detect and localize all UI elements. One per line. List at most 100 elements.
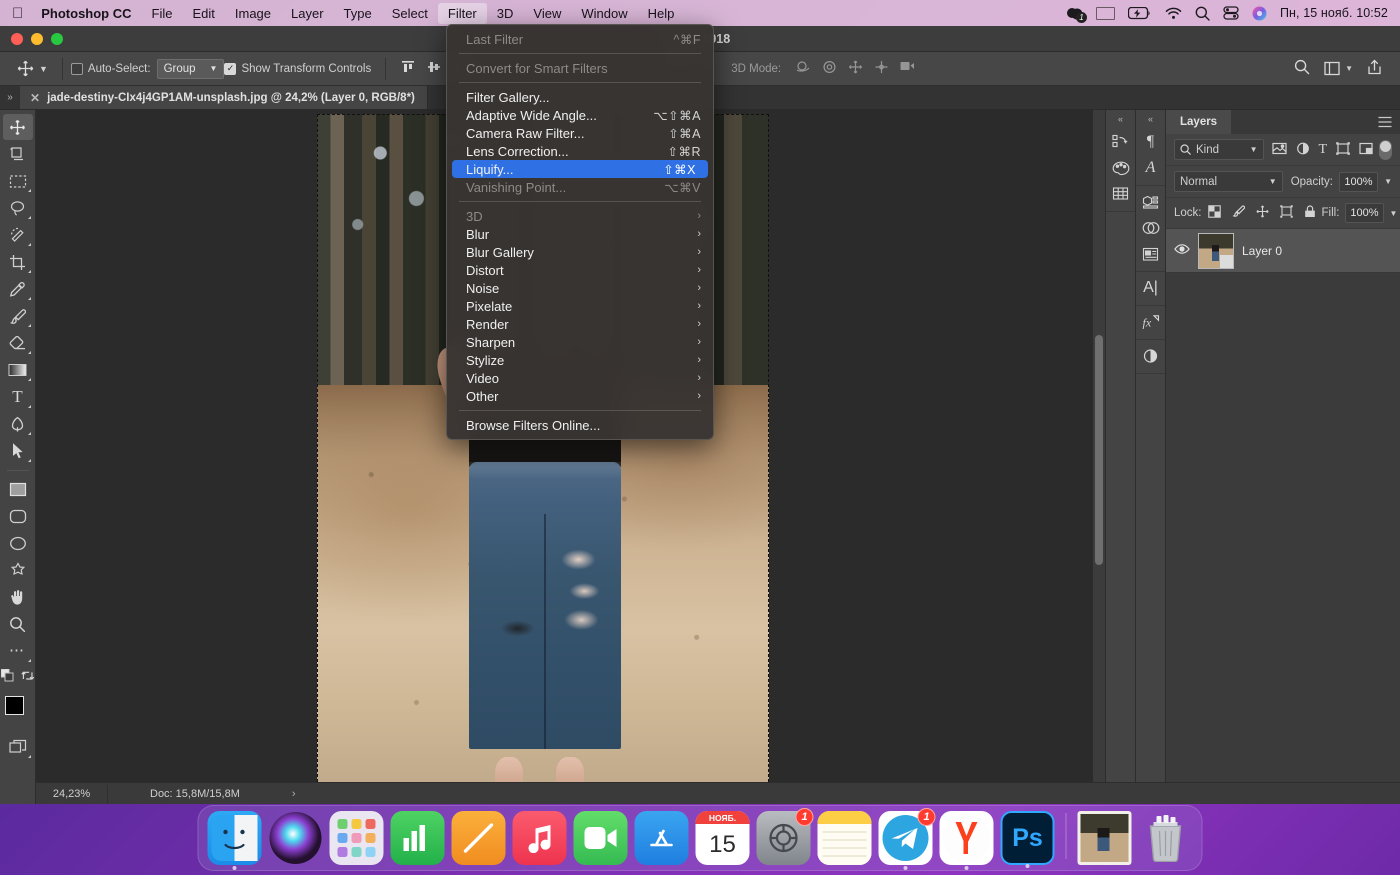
pan-3d-icon[interactable] [848, 60, 863, 77]
dock-item-music[interactable] [512, 811, 567, 865]
chevron-down-icon[interactable]: ▼ [39, 64, 48, 74]
paragraph-panel-icon[interactable]: ¶ [1138, 129, 1164, 155]
chevron-right-icon[interactable]: › [240, 788, 296, 800]
menu-help[interactable]: Help [638, 3, 685, 24]
layer-name[interactable]: Layer 0 [1242, 244, 1282, 258]
layer-effects-icon[interactable]: fx [1138, 309, 1164, 335]
menu-item-lens-correction[interactable]: Lens Correction... ⇧⌘R [447, 142, 713, 160]
rectangle-tool[interactable] [3, 476, 33, 502]
3d-panel-icon[interactable] [1138, 189, 1164, 215]
history-panel-icon[interactable] [1108, 129, 1134, 155]
swap-colors-icon[interactable] [21, 669, 35, 687]
apple-logo-icon[interactable]:  [0, 6, 37, 21]
layer-list[interactable]: Layer 0 [1166, 229, 1400, 804]
canvas-vertical-scrollbar[interactable] [1093, 110, 1105, 804]
zoom-tool[interactable] [3, 611, 33, 637]
rounded-rectangle-tool[interactable] [3, 503, 33, 529]
dock-item-app-store[interactable] [634, 811, 689, 865]
dock-item-launchpad[interactable] [329, 811, 384, 865]
menu-item-sharpen[interactable]: Sharpen › [447, 333, 713, 351]
gradient-tool[interactable] [3, 357, 33, 383]
edit-toolbar-more[interactable]: ⋯ [3, 638, 33, 664]
menu-type[interactable]: Type [334, 3, 382, 24]
menu-item-vanishing-point[interactable]: Vanishing Point... ⌥⌘V [447, 178, 713, 196]
adjustment-layers-filter-icon[interactable] [1296, 142, 1310, 158]
wifi-icon[interactable] [1165, 7, 1182, 20]
lock-transparent-pixels-icon[interactable] [1207, 205, 1221, 221]
orbit-3d-icon[interactable] [795, 60, 811, 77]
menu-item-stylize[interactable]: Stylize › [447, 351, 713, 369]
screen-mode-button[interactable] [3, 734, 33, 760]
share-icon[interactable] [1367, 59, 1382, 78]
brush-tool[interactable] [3, 303, 33, 329]
lasso-tool[interactable] [3, 195, 33, 221]
menu-layer[interactable]: Layer [281, 3, 334, 24]
dock-item-yandex-browser[interactable] [939, 811, 994, 870]
hand-tool[interactable] [3, 584, 33, 610]
align-top-edges-icon[interactable] [400, 59, 416, 78]
double-chevron-left-icon[interactable]: « [1118, 110, 1123, 126]
dock-item-siri[interactable] [269, 811, 323, 865]
minimize-window-button[interactable] [31, 32, 43, 45]
eraser-tool[interactable] [3, 330, 33, 356]
shape-layers-filter-icon[interactable] [1336, 141, 1350, 158]
dock-item-photoshop[interactable]: Ps [1000, 811, 1055, 868]
artboard-tool[interactable] [3, 141, 33, 167]
menu-item-camera-raw-filter[interactable]: Camera Raw Filter... ⇧⌘A [447, 124, 713, 142]
menu-item-liquify[interactable]: Liquify... ⇧⌘X [452, 160, 708, 178]
slide-3d-icon[interactable] [874, 60, 889, 77]
control-center-icon[interactable] [1223, 6, 1239, 20]
close-window-button[interactable] [11, 32, 23, 45]
blend-mode-dropdown[interactable]: Normal ▼ [1174, 171, 1283, 192]
menu-item-convert-for-smart-filters[interactable]: Convert for Smart Filters [447, 59, 713, 77]
ellipse-tool[interactable] [3, 530, 33, 556]
opacity-input[interactable]: 100% [1338, 171, 1379, 192]
menu-3d[interactable]: 3D [487, 3, 524, 24]
dock-item-notes-yellow[interactable] [451, 811, 506, 865]
character-styles-icon[interactable]: A| [1138, 275, 1164, 301]
dock-item-system-preferences[interactable]: 1 [756, 808, 814, 865]
color-panel-icon[interactable] [1108, 155, 1134, 181]
auto-select-checkbox[interactable] [70, 62, 83, 75]
menu-window[interactable]: Window [571, 3, 637, 24]
menu-item-3d[interactable]: 3D › [447, 207, 713, 225]
menu-edit[interactable]: Edit [182, 3, 224, 24]
dock-item-trash[interactable] [1139, 811, 1193, 865]
properties-panel-icon[interactable] [1138, 241, 1164, 267]
quick-selection-tool[interactable] [3, 222, 33, 248]
auto-select-scope-dropdown[interactable]: Group ▼ [156, 58, 225, 79]
menu-filter[interactable]: Filter [437, 2, 487, 24]
lock-position-icon[interactable] [1255, 205, 1269, 221]
custom-shape-tool[interactable] [3, 557, 33, 583]
menu-item-last-filter[interactable]: Last Filter ^⌘F [447, 30, 713, 48]
table-row[interactable]: Layer 0 [1166, 229, 1400, 273]
menu-item-noise[interactable]: Noise › [447, 279, 713, 297]
active-tool-preset[interactable]: ▼ [8, 58, 54, 80]
menu-select[interactable]: Select [382, 3, 438, 24]
dock-item-numbers[interactable] [390, 811, 445, 865]
menu-view[interactable]: View [523, 3, 571, 24]
show-transform-controls-checkbox[interactable]: ✓ [224, 62, 237, 75]
type-tool[interactable]: T [3, 384, 33, 410]
crop-tool[interactable] [3, 249, 33, 275]
spotlight-search-icon[interactable] [1195, 6, 1210, 21]
menu-image[interactable]: Image [225, 3, 281, 24]
menu-item-pixelate[interactable]: Pixelate › [447, 297, 713, 315]
character-panel-icon[interactable]: A [1138, 155, 1164, 181]
toolbar-collapse-icon[interactable]: » [0, 86, 20, 109]
adjustments-panel-icon[interactable] [1138, 343, 1164, 369]
notification-badge-icon[interactable]: 1 [1066, 6, 1087, 23]
vertical-scroll-thumb[interactable] [1095, 335, 1103, 565]
align-vertical-centers-icon[interactable] [426, 59, 442, 78]
battery-charging-icon[interactable] [1127, 6, 1152, 20]
menu-item-render[interactable]: Render › [447, 315, 713, 333]
tab-layers[interactable]: Layers [1166, 110, 1232, 134]
panel-menu-icon[interactable] [1378, 110, 1400, 134]
document-tab[interactable]: ✕ jade-destiny-CIx4j4GP1AM-unsplash.jpg … [20, 86, 428, 109]
menu-item-browse-filters-online[interactable]: Browse Filters Online... [447, 416, 713, 434]
dock-item-minimized-document[interactable] [1077, 811, 1132, 865]
dock-item-facetime[interactable] [573, 811, 628, 865]
zoom-level[interactable]: 24,23% [36, 784, 108, 803]
menu-item-other[interactable]: Other › [447, 387, 713, 405]
menu-item-filter-gallery[interactable]: Filter Gallery... [447, 88, 713, 106]
